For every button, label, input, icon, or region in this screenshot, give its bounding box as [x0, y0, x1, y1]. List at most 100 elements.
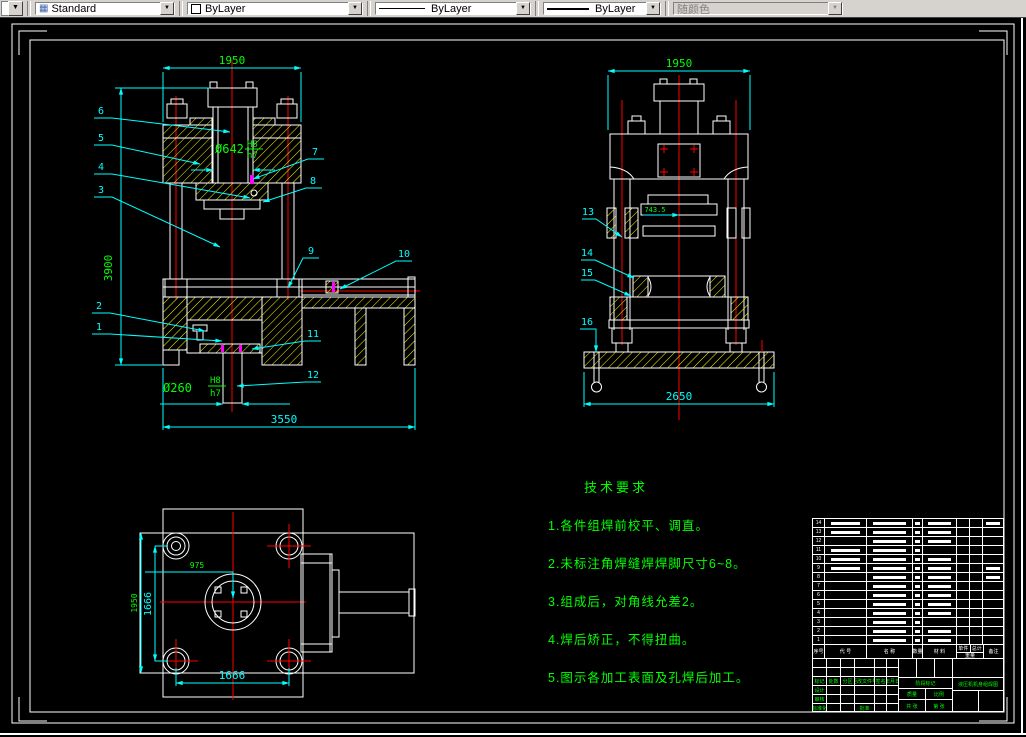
bom-cell-wt	[970, 546, 983, 554]
bom-cell-name	[867, 627, 913, 635]
dim-slide[interactable]: 743.5	[644, 206, 665, 214]
toolbar: ▼ ▦ Standard ▼ ByLayer ▼ ByLayer ▼ ByLay…	[0, 0, 1026, 18]
bom-cell-note	[983, 573, 1003, 581]
chevron-down-icon[interactable]: ▼	[646, 2, 660, 15]
title-block: 14 13 12 11 10 9 8 7 6 5 4 3 2 1 序号 代 号 名 称 数量 材 料 单件…	[812, 518, 1004, 712]
cropped-combo-dropdown-button[interactable]: ▼	[8, 1, 23, 16]
sig-cell	[875, 668, 887, 676]
leader-1[interactable]: 1	[96, 322, 102, 333]
bom-cell-qty	[913, 636, 923, 644]
leader-14[interactable]: 14	[581, 248, 593, 259]
bom-cell-wu	[957, 546, 970, 554]
sig-cell	[875, 659, 887, 667]
title-block-middle: 阶段标记 质量 比例 共 张 第 张	[899, 659, 953, 712]
bom-row: 6	[813, 591, 1003, 600]
bom-cell-note	[983, 591, 1003, 599]
dim-front-top[interactable]: 1950	[219, 54, 246, 67]
sig-cell	[841, 668, 855, 676]
bom-cell-code	[825, 537, 867, 545]
toolbar-separator	[179, 1, 183, 16]
sig-row: 设计	[813, 686, 899, 695]
chevron-down-icon[interactable]: ▼	[516, 2, 530, 15]
bom-cell-qty	[913, 519, 923, 527]
bom-cell-sn: 6	[813, 591, 825, 599]
fit-lower-den: h7	[210, 389, 221, 399]
plan-view-dimensions[interactable]: 975 1950 1666 1666	[130, 532, 290, 686]
dim-bore-lower[interactable]: Ø260	[163, 381, 192, 395]
color-combo[interactable]: ByLayer ▼	[187, 2, 363, 15]
bom-cell-mat	[923, 573, 957, 581]
dim-front-height[interactable]: 3900	[102, 255, 115, 282]
lineweight-combo[interactable]: ByLayer ▼	[543, 2, 661, 15]
dim-plan-outer[interactable]: 1950	[130, 593, 139, 612]
leader-11[interactable]: 11	[307, 329, 319, 340]
front-view[interactable]	[162, 60, 420, 412]
front-view-dimensions[interactable]: 1950 3900 Ø642 H8 h7 Ø260 H8 h7 3550	[102, 54, 416, 430]
dim-front-bottom[interactable]: 3550	[271, 413, 298, 426]
bom-cell-mat	[923, 537, 957, 545]
text-style-combo[interactable]: ▦ Standard ▼	[35, 2, 175, 15]
bom-cell-sn: 2	[813, 627, 825, 635]
dim-bore-upper[interactable]: Ø642	[215, 142, 244, 156]
bom-cell-note	[983, 519, 1003, 527]
sig-cell	[855, 695, 875, 703]
bom-cell-code	[825, 609, 867, 617]
sig-cell	[841, 695, 855, 703]
side-view[interactable]	[583, 75, 775, 420]
bom-row: 14	[813, 519, 1003, 528]
linetype-combo[interactable]: ByLayer ▼	[375, 2, 531, 15]
leader-2[interactable]: 2	[96, 301, 102, 312]
tech-requirement-item: 3.组成后，对角线允差2。	[548, 595, 704, 609]
tech-requirements-title: 技术要求	[584, 480, 649, 495]
bom-cell-note	[983, 528, 1003, 536]
linetype-value: ByLayer	[431, 2, 472, 15]
bom-cell-sn: 8	[813, 573, 825, 581]
leader-5[interactable]: 5	[98, 133, 104, 144]
sheet-total-label: 共 张	[899, 700, 926, 712]
bom-cell-name	[867, 555, 913, 563]
bom-cell-qty	[913, 582, 923, 590]
bom-cell-note	[983, 546, 1003, 554]
bom-cell-note	[983, 582, 1003, 590]
bom-cell-code	[825, 582, 867, 590]
dim-plan-bolt-v[interactable]: 1666	[143, 592, 154, 616]
plot-style-value: 随颜色	[677, 3, 710, 16]
leader-8[interactable]: 8	[310, 176, 316, 187]
bom-cell-mat	[923, 546, 957, 554]
sig-row	[813, 659, 899, 668]
app-window: ▼ ▦ Standard ▼ ByLayer ▼ ByLayer ▼ ByLay…	[0, 0, 1026, 737]
bom-header-wt: 重量	[964, 653, 975, 658]
leader-15[interactable]: 15	[581, 268, 593, 279]
leader-3[interactable]: 3	[98, 185, 104, 196]
sig-cell: 处数	[827, 677, 841, 685]
dim-side-bottom[interactable]: 2650	[666, 390, 693, 403]
bom-header-qty: 数量	[913, 645, 923, 658]
bom-row: 4	[813, 609, 1003, 618]
leader-16[interactable]: 16	[581, 317, 593, 328]
bom-row: 13	[813, 528, 1003, 537]
leader-7[interactable]: 7	[312, 147, 318, 158]
bom-cell-wu	[957, 600, 970, 608]
bom-cell-wt	[970, 636, 983, 644]
bom-cell-wt	[970, 609, 983, 617]
leader-4[interactable]: 4	[98, 162, 104, 173]
bom-cell-wt	[970, 519, 983, 527]
dim-plan-bolt-h[interactable]: 1666	[219, 669, 246, 682]
plan-view[interactable]	[139, 508, 416, 700]
leader-13[interactable]: 13	[582, 207, 594, 218]
bolt-hole-tr	[267, 524, 311, 568]
bom-cell-qty	[913, 573, 923, 581]
chevron-down-icon[interactable]: ▼	[160, 2, 174, 15]
sig-cell: 更改文件号	[855, 677, 875, 685]
leader-6[interactable]: 6	[98, 106, 104, 117]
bom-cell-sn: 11	[813, 546, 825, 554]
dim-plan-half[interactable]: 975	[190, 561, 205, 570]
bom-cell-qty	[913, 627, 923, 635]
leader-12[interactable]: 12	[307, 370, 319, 381]
chevron-down-icon[interactable]: ▼	[348, 2, 362, 15]
dim-side-top[interactable]: 1950	[666, 57, 693, 70]
leader-10[interactable]: 10	[398, 249, 410, 260]
bom-cell-sn: 13	[813, 528, 825, 536]
mass-label: 质量	[899, 689, 926, 699]
leader-9[interactable]: 9	[308, 246, 314, 257]
